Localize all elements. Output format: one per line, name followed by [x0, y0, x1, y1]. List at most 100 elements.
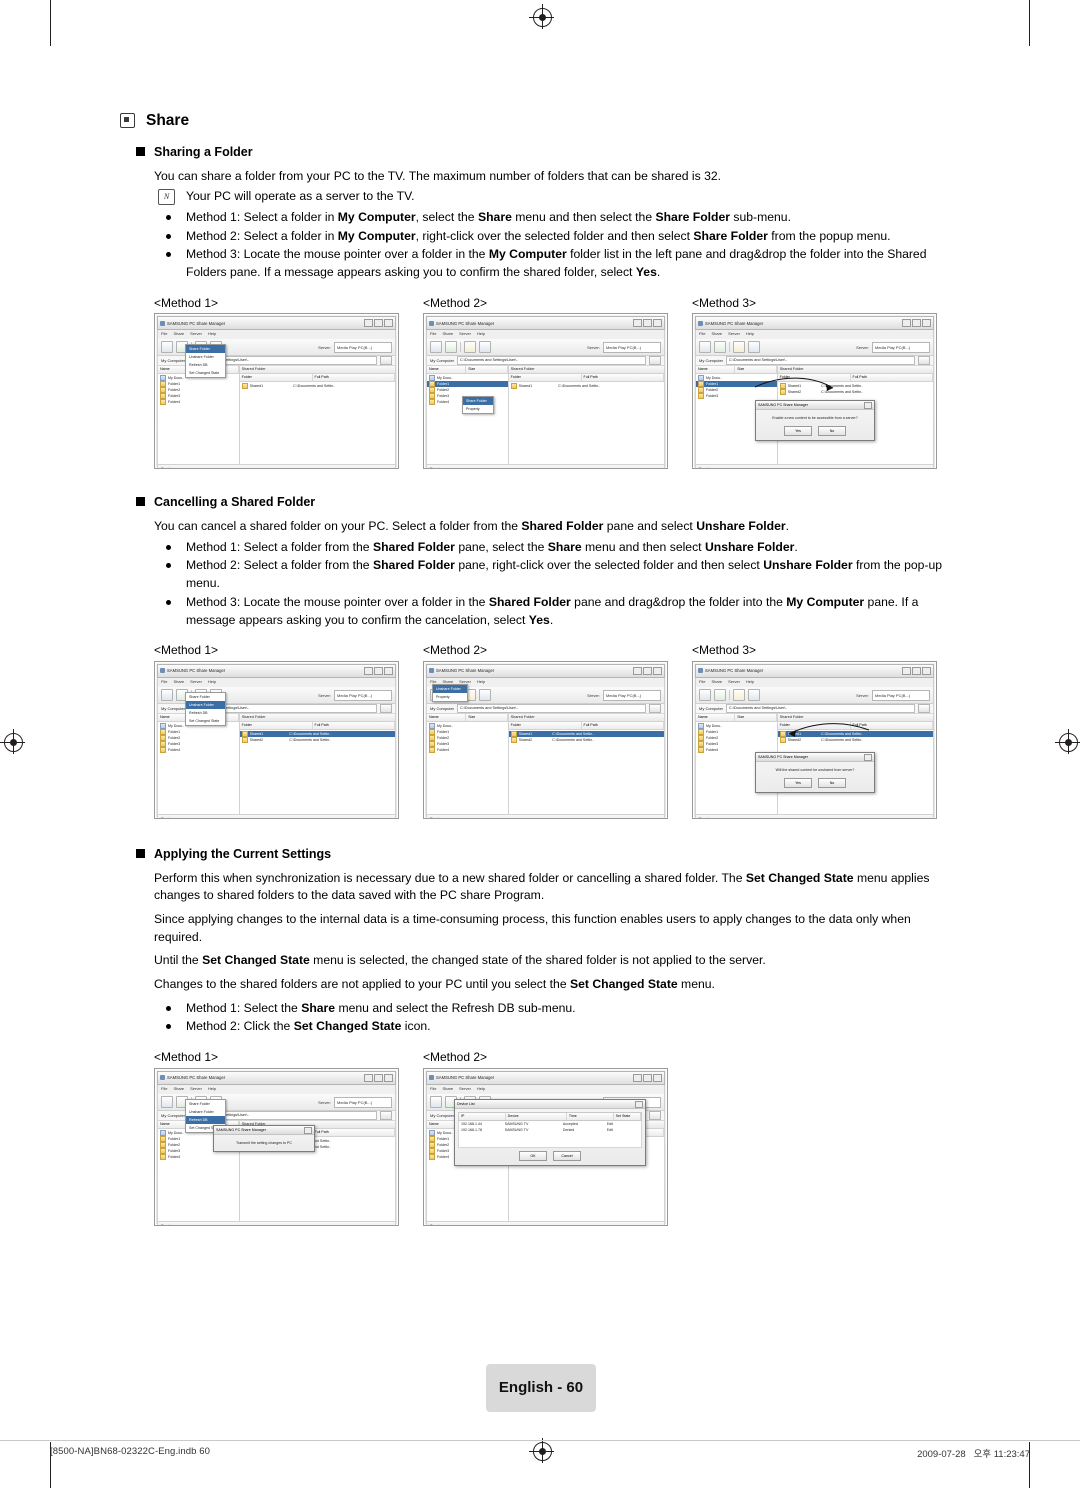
server-selector[interactable]: Server: Media Play PC(B...)	[318, 689, 392, 701]
addressbar[interactable]: My Computer C:\Documents and Settings\Us…	[426, 703, 665, 714]
my-computer-pane[interactable]: Name Size My Docu.. Folder1 Folder2 Fold…	[427, 713, 509, 814]
addressbar[interactable]: My Computer C:\Documents and Settings\Us…	[695, 703, 934, 714]
browse-button[interactable]	[649, 356, 661, 366]
confirm-share-dialog[interactable]: SAMSUNG PC Share Manager Enable a new co…	[755, 400, 875, 442]
menu-file[interactable]: File	[161, 331, 167, 339]
yes-button[interactable]: Yes	[784, 426, 812, 437]
my-computer-pane[interactable]: Name Size My Docu.. Folder1 Folder2 Fold…	[427, 366, 509, 465]
window-controls[interactable]	[633, 1073, 662, 1082]
shared-folder-pane[interactable]: Shared Folder Folder Full Path Shared1C:…	[508, 366, 664, 464]
menu-help[interactable]: Help	[477, 1086, 485, 1094]
window-controls[interactable]	[364, 319, 393, 328]
device-table-body[interactable]: 192.168.1.44 SAMSUNG TV Accepted Edit 19…	[458, 1120, 642, 1148]
share-folder-icon[interactable]	[430, 341, 442, 354]
file-rows-left[interactable]: My Docu.. Folder1 Folder2 Folder3 Folder…	[427, 374, 508, 464]
browse-button[interactable]	[918, 356, 930, 366]
confirm-unshare-dialog[interactable]: SAMSUNG PC Share Manager Will the shared…	[755, 751, 875, 793]
file-rows-right[interactable]: Shared1C:\Documents and Settin.. Shared2…	[508, 730, 664, 814]
menu-file[interactable]: File	[699, 331, 705, 339]
window-controls[interactable]	[364, 666, 393, 675]
menu-item-unshare-folder[interactable]: Unshare Folder	[186, 1108, 225, 1116]
menu-item-unshare-folder[interactable]: Unshare Folder	[186, 353, 225, 361]
window-controls[interactable]	[633, 319, 662, 328]
dialog-buttons[interactable]: Yes No	[756, 777, 874, 792]
menu-item-property[interactable]: Property	[433, 693, 467, 701]
unshare-folder-icon[interactable]	[714, 688, 726, 701]
share-folder-icon[interactable]	[699, 341, 711, 354]
server-combo[interactable]: Media Play PC(B...)	[334, 342, 392, 354]
menu-item-share-folder[interactable]: Share Folder	[186, 1100, 225, 1108]
menu-item-share-folder[interactable]: Share Folder	[186, 693, 225, 701]
cancel-button[interactable]: Cancel	[553, 1150, 581, 1161]
menu-share[interactable]: Share	[173, 1086, 184, 1094]
menu-help[interactable]: Help	[477, 679, 485, 687]
no-button[interactable]: No	[818, 426, 846, 437]
menubar[interactable]: File Share Server Help	[157, 677, 396, 687]
server-selector[interactable]: Server: Media Play PC(B...)	[856, 342, 930, 354]
menu-item-property[interactable]: Property	[463, 405, 493, 413]
menu-item-share-folder[interactable]: Share Folder	[186, 345, 226, 354]
window-controls[interactable]	[902, 319, 931, 328]
share-folder-icon[interactable]	[161, 1095, 173, 1108]
address-input[interactable]: C:\Documents and Settings\User\..	[457, 356, 646, 366]
menubar[interactable]: File Share Server Help	[695, 330, 934, 340]
menu-file[interactable]: File	[699, 679, 705, 687]
table-row[interactable]: Shared1C:\Documents and Settin..	[509, 383, 664, 390]
share-menu-dropdown[interactable]: Share Folder Unshare Folder Refresh DB S…	[185, 691, 227, 726]
address-input[interactable]: C:\Documents and Settings\User\..	[726, 356, 915, 366]
set-changed-state-icon[interactable]	[748, 688, 760, 701]
server-selector[interactable]: Server: Media Play PC(B...)	[318, 1096, 392, 1108]
server-combo[interactable]: Media Play PC(B...)	[872, 689, 930, 701]
context-menu[interactable]: Unshare Folder Property	[432, 683, 468, 702]
shared-folder-pane[interactable]: Shared Folder Folder Full Path Shared1C:…	[239, 713, 395, 814]
server-combo[interactable]: Media Play PC(B...)	[334, 689, 392, 701]
device-list-dialog[interactable]: Device List IP Device Time Set State 192…	[454, 1098, 646, 1166]
table-row[interactable]: 192.168.1.78 SAMSUNG TV Denied Edit	[459, 1127, 641, 1133]
server-selector[interactable]: Server: Media Play PC(B...)	[587, 689, 661, 701]
menu-share[interactable]: Share	[442, 1086, 453, 1094]
menu-server[interactable]: Server	[459, 1086, 471, 1094]
addressbar[interactable]: My Computer C:\Documents and Settings\Us…	[695, 356, 934, 367]
browse-button[interactable]	[380, 1110, 392, 1120]
menu-share[interactable]: Share	[442, 331, 453, 339]
menubar[interactable]: File Share Server Help	[426, 330, 665, 340]
file-rows-right[interactable]: Shared1 C:\Documents and Settin..	[240, 382, 395, 464]
menu-item-unshare-folder[interactable]: Unshare Folder	[433, 684, 467, 693]
my-computer-pane[interactable]: Name Size My Docu.. Folder1 Folder2 Fold…	[158, 366, 240, 465]
refresh-db-icon[interactable]	[733, 688, 745, 701]
unshare-folder-icon[interactable]	[445, 341, 457, 354]
addressbar[interactable]: My Computer C:\Documents and Settings\Us…	[426, 356, 665, 367]
server-combo[interactable]: Media Play PC(B...)	[603, 342, 661, 354]
menu-help[interactable]: Help	[477, 331, 485, 339]
toolbar[interactable]: Server: Media Play PC(B...)	[695, 686, 934, 704]
window-controls[interactable]	[902, 666, 931, 675]
shared-folder-pane[interactable]: Shared Folder Folder Full Path Shared1C:…	[432, 683, 664, 814]
menu-help[interactable]: Help	[208, 679, 216, 687]
file-rows-right[interactable]: Shared1C:\Documents and Settin.. Shared2…	[239, 730, 395, 814]
menu-help[interactable]: Help	[208, 331, 216, 339]
window-controls[interactable]	[364, 1073, 393, 1082]
menu-file[interactable]: File	[430, 1086, 436, 1094]
menu-share[interactable]: Share	[711, 331, 722, 339]
browse-button[interactable]	[380, 703, 392, 713]
menu-server[interactable]: Server	[728, 331, 740, 339]
browse-button[interactable]	[649, 1110, 661, 1120]
menubar[interactable]: File Share Server Help	[426, 1084, 665, 1094]
menu-item-set-changed-state[interactable]: Set Changed State	[186, 369, 225, 377]
menu-file[interactable]: File	[430, 331, 436, 339]
menu-item-refresh-db[interactable]: Refresh DB	[186, 1115, 226, 1124]
browse-button[interactable]	[918, 703, 930, 713]
server-selector[interactable]: Server: Media Play PC(B...)	[856, 689, 930, 701]
menu-item-refresh-db[interactable]: Refresh DB	[186, 361, 225, 369]
menu-share[interactable]: Share	[711, 679, 722, 687]
menu-help[interactable]: Help	[746, 679, 754, 687]
table-row[interactable]: Shared2C:\Documents and Settin..	[240, 736, 395, 743]
menu-item-share-folder[interactable]: Share Folder	[463, 397, 493, 406]
browse-button[interactable]	[380, 356, 392, 366]
menu-item-unshare-folder[interactable]: Unshare Folder	[186, 700, 226, 709]
table-row[interactable]: Folder4	[158, 746, 239, 753]
refresh-db-icon[interactable]	[464, 341, 476, 354]
set-changed-state-icon[interactable]	[479, 688, 491, 701]
ok-button[interactable]: OK	[519, 1150, 547, 1161]
share-folder-icon[interactable]	[161, 688, 173, 701]
